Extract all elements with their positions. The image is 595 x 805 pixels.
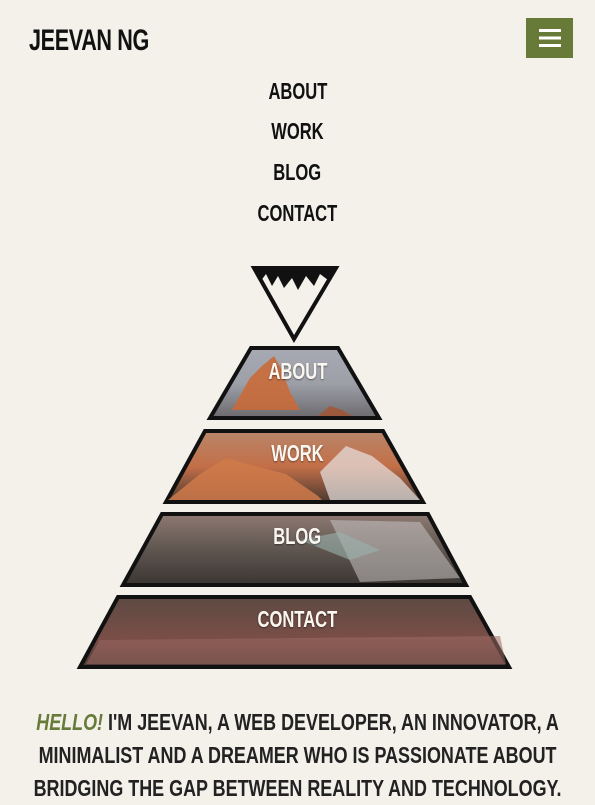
- nav-link-work[interactable]: WORK: [0, 118, 595, 145]
- nav-link-about[interactable]: ABOUT: [0, 78, 595, 105]
- brand-logo[interactable]: JEEVAN NG: [29, 24, 149, 58]
- intro-text: HELLO! I'M JEEVAN, A WEB DEVELOPER, AN I…: [8, 706, 587, 805]
- hello-greeting: HELLO!: [36, 709, 103, 735]
- nav-link-blog[interactable]: BLOG: [0, 159, 595, 186]
- nav-link-contact[interactable]: CONTACT: [0, 200, 595, 227]
- intro-body: I'M JEEVAN, A WEB DEVELOPER, AN INNOVATO…: [33, 709, 562, 801]
- pyramid-tier-about[interactable]: [206, 346, 383, 420]
- mountain-peak-icon: [250, 266, 340, 343]
- pyramid-nav: ABOUT WORK BLOG CONTACT: [0, 260, 595, 680]
- hamburger-icon: [538, 29, 561, 47]
- pyramid-tier-blog[interactable]: [119, 512, 470, 587]
- menu-toggle-button[interactable]: [526, 18, 573, 58]
- pyramid-tier-contact[interactable]: [76, 595, 513, 669]
- pyramid-tier-work[interactable]: [162, 429, 427, 504]
